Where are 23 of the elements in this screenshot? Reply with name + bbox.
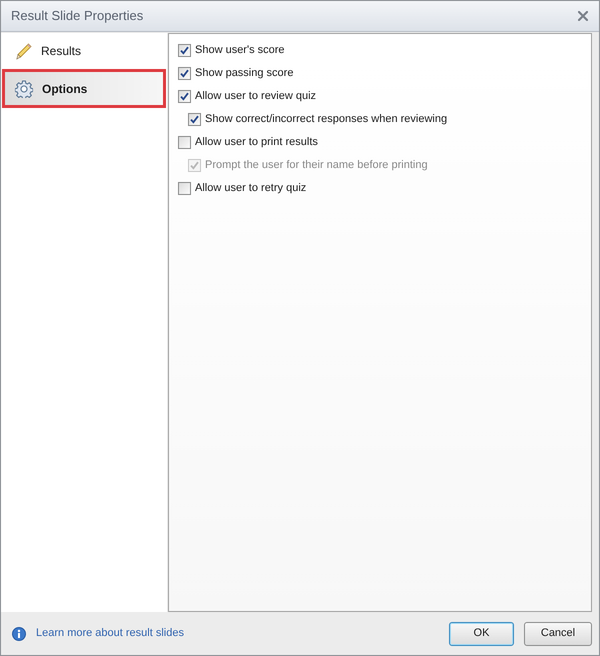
window-title: Result Slide Properties — [11, 7, 144, 26]
checkbox-label: Allow user to review quiz — [195, 89, 316, 104]
checkbox-label: Show correct/incorrect responses when reviewing — [205, 112, 448, 128]
checkbox-label: Prompt the user for their name before printing — [205, 158, 428, 174]
dialog-button[interactable]: OK — [449, 622, 514, 646]
info-icon — [12, 626, 26, 640]
checkbox[interactable] — [178, 44, 191, 57]
sidebar-tab[interactable]: Options — [2, 69, 166, 108]
close-icon — [578, 11, 588, 21]
pencil-icon — [16, 42, 32, 60]
checkbox[interactable] — [188, 113, 201, 126]
checkbox[interactable] — [178, 182, 191, 195]
dialog-button[interactable]: Cancel — [524, 622, 592, 646]
checkbox[interactable] — [178, 67, 191, 80]
help-link[interactable]: Learn more about result slides — [36, 625, 184, 642]
close-button[interactable] — [576, 9, 590, 23]
checkbox[interactable] — [178, 136, 191, 149]
checkbox-label: Allow user to print results — [195, 135, 318, 150]
checkbox[interactable] — [178, 90, 191, 103]
gear-icon — [15, 80, 33, 98]
checkbox-label: Allow user to retry quiz — [195, 181, 306, 196]
checkbox-label: Show passing score — [195, 66, 294, 82]
checkbox-label: Show user's score — [195, 43, 285, 58]
